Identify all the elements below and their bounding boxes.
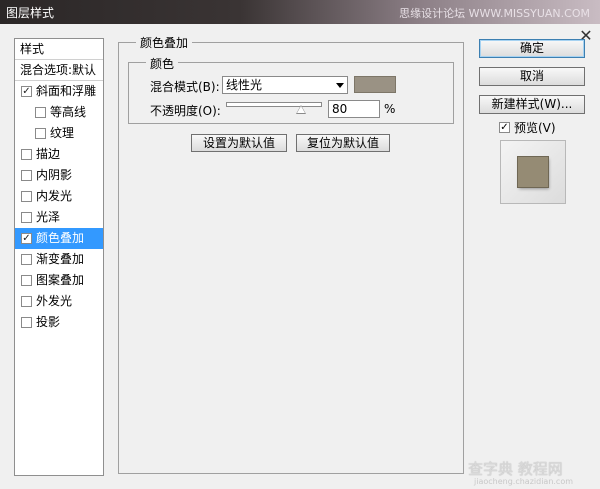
sidebar-item-label: 内发光 [36, 189, 73, 203]
sidebar-checkbox[interactable] [35, 128, 46, 139]
sidebar-item-label: 内阴影 [36, 168, 73, 182]
preview-label: 预览(V) [514, 121, 556, 135]
sidebar-item-label: 样式 [20, 42, 45, 56]
sidebar-checkbox[interactable]: ✓ [21, 233, 32, 244]
sidebar-checkbox[interactable] [35, 107, 46, 118]
sidebar-item[interactable]: 等高线 [15, 102, 103, 123]
style-list: 样式混合选项:默认 ✓ 斜面和浮雕等高线纹理描边内阴影内发光光泽 ✓ 颜色叠加渐变叠加图… [14, 38, 104, 476]
sidebar-checkbox[interactable]: ✓ [21, 86, 32, 97]
sidebar-item-label: 投影 [36, 315, 61, 329]
sidebar-checkbox[interactable] [21, 149, 32, 160]
watermark-text: 思缘设计论坛 WWW.MISSYUAN.COM [399, 7, 590, 20]
sidebar-checkbox[interactable] [21, 296, 32, 307]
panel-title: 颜色叠加 [136, 34, 193, 51]
sidebar-item[interactable]: 纹理 [15, 123, 103, 144]
blend-mode-select[interactable]: 线性光 [222, 76, 348, 94]
sidebar-item[interactable]: 图案叠加 [15, 270, 103, 291]
sidebar-item[interactable]: 光泽 [15, 207, 103, 228]
window-title: 图层样式 [6, 6, 55, 20]
sidebar-item-label: 纹理 [50, 126, 75, 140]
sidebar-item[interactable]: 混合选项:默认 [15, 60, 103, 81]
sidebar-item-label: 描边 [36, 147, 61, 161]
sidebar-checkbox[interactable] [21, 275, 32, 286]
color-group-title: 颜色 [146, 55, 179, 72]
sidebar-checkbox[interactable] [21, 317, 32, 328]
sidebar-item[interactable]: 渐变叠加 [15, 249, 103, 270]
cancel-button[interactable]: 取消 [479, 67, 585, 86]
opacity-label: 不透明度(O): [150, 104, 221, 118]
sidebar-item-label: 等高线 [50, 105, 87, 119]
footer-watermark: 查字典 教程网 [468, 460, 563, 478]
chevron-down-icon [336, 83, 344, 88]
blend-mode-label: 混合模式(B): [150, 80, 220, 94]
sidebar-item[interactable]: ✓ 斜面和浮雕 [15, 81, 103, 102]
sidebar-item-label: 外发光 [36, 294, 73, 308]
sidebar-item[interactable]: 描边 [15, 144, 103, 165]
sidebar-checkbox[interactable] [21, 191, 32, 202]
set-default-button[interactable]: 设置为默认值 [191, 134, 287, 152]
sidebar-checkbox[interactable] [21, 170, 32, 181]
reset-default-button[interactable]: 复位为默认值 [296, 134, 390, 152]
footer-watermark-url: jiaocheng.chazidian.com [474, 477, 574, 486]
sidebar-item-label: 渐变叠加 [36, 252, 85, 266]
opacity-input[interactable]: 80 [328, 100, 380, 118]
sidebar-item-label: 光泽 [36, 210, 61, 224]
preview-swatch [518, 157, 548, 187]
new-style-button[interactable]: 新建样式(W)... [479, 95, 585, 114]
ok-button[interactable]: 确定 [479, 39, 585, 58]
sidebar-item[interactable]: ✓ 颜色叠加 [15, 228, 103, 249]
sidebar-checkbox[interactable] [21, 254, 32, 265]
sidebar-item[interactable]: 投影 [15, 312, 103, 333]
preview-checkbox[interactable]: ✓ [499, 122, 510, 133]
title-bar: 图层样式 思缘设计论坛 WWW.MISSYUAN.COM [0, 0, 600, 24]
sidebar-item[interactable]: 内阴影 [15, 165, 103, 186]
opacity-slider-track[interactable] [226, 102, 322, 107]
overlay-color-swatch[interactable] [354, 76, 396, 93]
sidebar-item-label: 斜面和浮雕 [36, 84, 97, 98]
sidebar-item[interactable]: 样式 [15, 39, 103, 60]
sidebar-item-label: 图案叠加 [36, 273, 85, 287]
sidebar-item[interactable]: 内发光 [15, 186, 103, 207]
sidebar-item-label: 颜色叠加 [36, 231, 85, 245]
sidebar-checkbox[interactable] [21, 212, 32, 223]
opacity-slider-thumb[interactable] [296, 105, 307, 114]
opacity-unit: % [384, 102, 396, 116]
blend-mode-value: 线性光 [226, 78, 263, 92]
sidebar-item[interactable]: 外发光 [15, 291, 103, 312]
sidebar-item-label: 混合选项:默认 [20, 63, 97, 77]
